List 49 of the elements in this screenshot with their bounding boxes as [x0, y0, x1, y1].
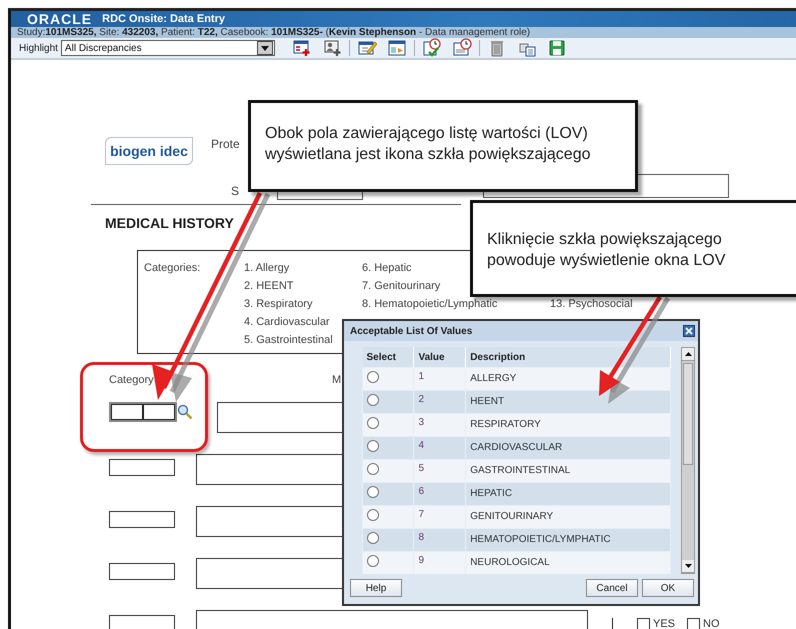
category-item: 8. Hematopoietic/Lymphatic [362, 297, 498, 312]
checkbox-label: NO [703, 618, 720, 629]
table-cell[interactable]: HEMATOPOIETIC/LYMPHATIC [466, 528, 671, 552]
note-tooltip: Kliknięcie szkła powiększającego powoduje wyświetlenie okna LOV [470, 200, 796, 297]
table-cell: 5 [414, 460, 466, 482]
context-info: Study:101MS325, Site: 432203, Patient: T22, Casebook: 101MS325- (Kevin Stephenson - Data management role) [17, 27, 530, 38]
brand-logo: biogen idec [105, 137, 193, 165]
dialog-title: Acceptable List Of Values [350, 326, 472, 336]
table-cell[interactable]: GASTROINTESTINAL [466, 460, 671, 482]
dialog-button[interactable]: Cancel [586, 579, 638, 597]
table-cell: 7 [414, 506, 466, 528]
category-item: 7. Genitourinary [362, 279, 440, 294]
note-tooltip: Obok pola zawierającego listę wartości (LOV) wyświetlana jest ikona szkła powiększającego [248, 100, 638, 192]
window-title: RDC Onsite: Data Entry [102, 13, 225, 25]
protocol-label: Prote [211, 137, 240, 151]
field-label: S [231, 184, 240, 198]
table-cell[interactable]: ALLERGY [466, 368, 671, 390]
column-header: Select [362, 347, 414, 368]
column-header: Value [414, 347, 466, 368]
category-item: 4. Cardiovascular [244, 315, 330, 330]
table-cell[interactable]: CARDIOVASCULAR [466, 436, 671, 460]
table-cell[interactable]: RESPIRATORY [466, 414, 671, 436]
category-item: 2. HEENT [244, 279, 294, 294]
category-item: 6. Hepatic [362, 261, 412, 276]
table-cell[interactable]: GENITOURINARY [466, 506, 671, 528]
categories-label: Categories: [143, 261, 202, 276]
category-item: 1. Allergy [244, 261, 290, 276]
table-cell[interactable]: HEPATIC [466, 482, 671, 506]
oracle-logo: ORACLE [27, 11, 92, 27]
table-cell: 4 [414, 436, 466, 460]
table-cell: 8 [414, 528, 466, 552]
dialog-button[interactable]: OK [642, 579, 694, 597]
table-cell[interactable]: HEENT [466, 390, 671, 414]
category-item: 5. Gastrointestinal [244, 333, 333, 348]
category-item: 13. Psychosocial [550, 297, 633, 312]
table-cell: 3 [414, 414, 466, 436]
table-cell[interactable]: NEUROLOGICAL [466, 552, 671, 574]
dialog-button[interactable]: Help [350, 579, 402, 597]
table-cell: 6 [414, 482, 466, 506]
column-label: M [332, 374, 342, 386]
section-title: MEDICAL HISTORY [105, 215, 235, 231]
highlight-dropdown[interactable]: All Discrepancies [60, 40, 275, 56]
column-label: Category [109, 374, 155, 386]
table-cell: 9 [414, 552, 466, 574]
highlight-label: Highlight [19, 42, 58, 54]
checkbox-label: YES [653, 618, 676, 629]
category-item: 3. Respiratory [244, 297, 312, 312]
table-cell: 2 [414, 390, 466, 414]
table-cell: 1 [414, 368, 466, 390]
